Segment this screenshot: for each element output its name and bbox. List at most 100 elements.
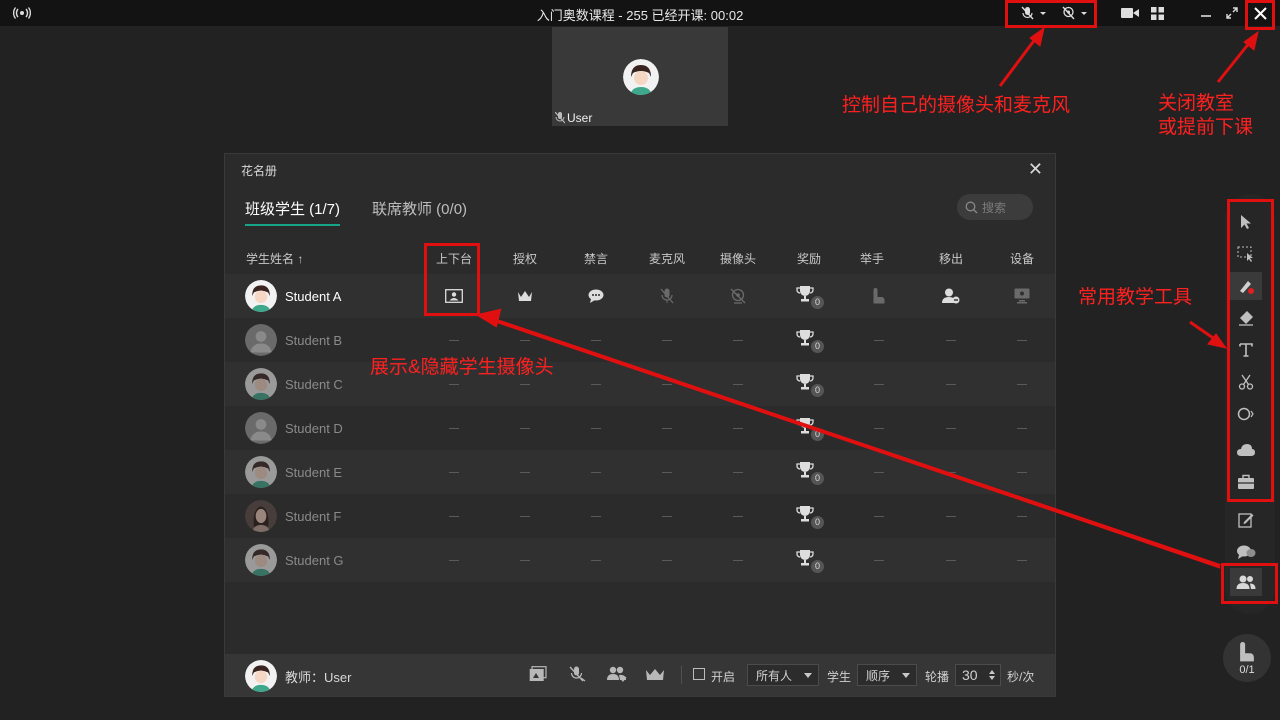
dash [662,550,672,570]
trophy-icon[interactable]: 0 [796,330,824,353]
all-students-icon[interactable] [607,666,627,687]
device-icon [1014,286,1030,306]
dash [662,506,672,526]
raise-hand-icon [1240,642,1254,662]
col-reward: 奖励 [796,252,822,266]
user-avatar [623,59,659,95]
tab-co-teachers[interactable]: 联席教师 (0/0) [372,198,467,226]
trophy-count: 0 [811,516,824,529]
student-name: Student G [285,553,344,568]
student-name: Student A [285,289,342,304]
dialog-close-button[interactable]: ✕ [1028,160,1043,178]
mic-muted-icon[interactable] [660,286,674,306]
audience-select[interactable]: 所有人 [747,664,819,686]
grid-icon[interactable] [1148,3,1166,23]
dash [733,418,743,438]
authorize-crown-icon[interactable] [517,286,533,306]
dash [733,550,743,570]
trophy-icon[interactable]: 0 [796,418,824,441]
tab-class-students[interactable]: 班级学生 (1/7) [245,198,341,226]
dash [449,506,459,526]
all-stage-icon[interactable] [529,666,547,687]
dash [1017,550,1027,570]
camera-off-icon[interactable] [730,286,746,306]
dash [520,418,530,438]
annotation-box-tools [1227,199,1274,502]
student-avatar [245,412,277,444]
chevron-down-icon [902,673,910,678]
chat-icon[interactable] [1230,538,1262,566]
dash [946,330,956,350]
dash [591,506,601,526]
video-icon[interactable] [1120,3,1140,23]
table-row: Student B 0 [225,318,1055,362]
trophy-icon[interactable]: 0 [796,374,824,397]
dash [591,462,601,482]
dash [591,330,601,350]
dash [946,418,956,438]
dash [874,462,884,482]
search-input[interactable]: 搜索 [957,194,1033,220]
chat-mute-icon[interactable] [588,286,604,306]
table-row: Student G 0 [225,538,1055,582]
mic-muted-icon [555,112,565,124]
stepper-arrows-icon[interactable] [988,669,996,681]
trophy-icon[interactable]: 0 [796,506,824,529]
authorize-all-crown-icon[interactable] [645,666,665,687]
raised-hands-button[interactable]: 0/1 [1223,634,1271,682]
dash [874,418,884,438]
remove-user-icon[interactable] [942,286,960,306]
chevron-down-icon [804,673,812,678]
trophy-icon[interactable]: 0 [796,550,824,573]
edit-note-icon[interactable] [1230,506,1262,534]
trophy-icon[interactable]: 0 [796,462,824,485]
dash [733,462,743,482]
dash [520,330,530,350]
table-row: Student C 0 [225,362,1055,406]
table-header: 学生姓名 ↑ 上下台 授权 禁言 麦克风 摄像头 奖励 举手 移出 设备 [225,246,1055,272]
student-avatar [245,324,277,356]
dialog-title: 花名册 [241,164,278,178]
teacher-name: 教师：User [285,670,352,685]
dash [946,550,956,570]
minimize-icon[interactable] [1198,3,1214,23]
order-select[interactable]: 顺序 [857,664,917,686]
annotation-camera-mic: 控制自己的摄像头和麦克风 [842,95,1071,116]
col-authorize: 授权 [512,252,538,266]
dash [874,330,884,350]
student-name: Student E [285,465,343,480]
dash [591,374,601,394]
annotation-box-close [1245,0,1275,30]
dash [733,330,743,350]
annotation-box-roster [1221,563,1278,604]
maximize-icon[interactable] [1224,3,1240,23]
dash [1017,374,1027,394]
trophy-count: 0 [811,296,824,309]
roster-dialog: 花名册 ✕ 班级学生 (1/7) 联席教师 (0/0) 搜索 学生姓名 ↑ 上下… [224,153,1056,697]
dash [1017,330,1027,350]
col-microphone: 麦克风 [648,252,686,266]
student-avatar [245,368,277,400]
carousel-checkbox[interactable] [693,668,705,680]
roster-footer: 教师：User 开启 所有人 学生 顺序 轮播 30 秒/次 [225,654,1055,696]
dash [946,506,956,526]
dash [591,418,601,438]
trophy-icon[interactable]: 0 [796,286,824,309]
student-name: Student F [285,509,342,524]
student-avatar [245,456,277,488]
trophy-count: 0 [811,340,824,353]
col-student-name[interactable]: 学生姓名 ↑ [246,250,303,267]
trophy-count: 0 [811,472,824,485]
dash [520,506,530,526]
col-mute: 禁言 [583,252,609,266]
divider [681,666,682,684]
dash [662,418,672,438]
student-label: 学生 [827,670,852,684]
dash [662,462,672,482]
carousel-open-label: 开启 [711,670,736,684]
mute-all-mic-icon[interactable] [569,666,587,687]
student-avatar [245,500,277,532]
interval-stepper[interactable]: 30 [955,664,1001,686]
self-video-tile[interactable]: User [552,27,728,126]
dash [874,374,884,394]
